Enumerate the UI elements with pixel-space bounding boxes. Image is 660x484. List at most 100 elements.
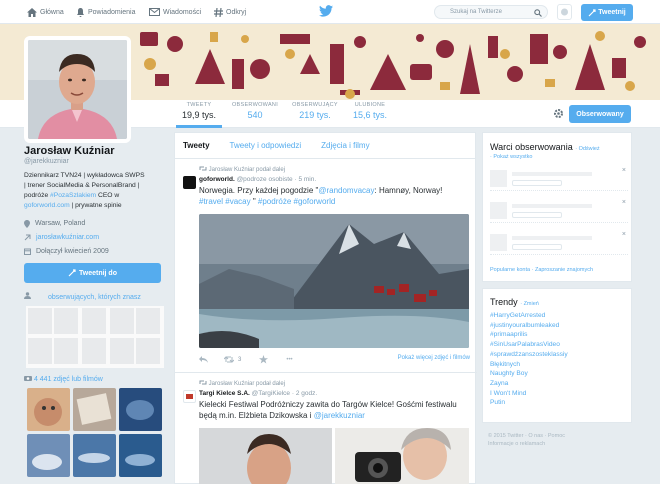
tweet-author-name[interactable]: goforworld. [199, 176, 235, 183]
footer-ads-info[interactable]: Informacje o reklamach [488, 440, 628, 448]
joined-text: Dołączył kwiecień 2009 [36, 248, 109, 255]
tweet-time[interactable]: · 5 min. [294, 176, 316, 183]
nav-discover[interactable]: Odkryj [214, 0, 246, 24]
nav-notifications[interactable]: Powiadomienia [76, 0, 135, 24]
tweet-author-name[interactable]: Targi Kielce S.A. [199, 390, 250, 397]
search-input[interactable]: Szukaj na Twitterze [434, 5, 548, 19]
tab-tweets-replies[interactable]: Tweety i odpowiedzi [230, 141, 302, 150]
follow-button[interactable] [512, 244, 562, 250]
tweet-time[interactable]: · 2 godz. [292, 390, 317, 397]
suggested-user[interactable]: × [490, 199, 628, 223]
retweet-note-text: Jarosław Kuźniar podał dalej [208, 167, 286, 173]
who-to-follow-footer: Popularne konta · Zaproszanie znajomych [490, 267, 593, 273]
reply-icon[interactable] [199, 356, 208, 363]
tweet-hashtag-link[interactable]: #travel [199, 197, 223, 206]
dismiss-icon[interactable]: × [622, 231, 626, 238]
tweet-hashtag-link[interactable]: #vacay [225, 197, 250, 206]
tweet-header: goforworld. @podroze osobiste · 5 min. [199, 176, 316, 183]
twitter-bird-icon[interactable] [319, 5, 333, 17]
gear-icon[interactable] [553, 108, 564, 119]
search-icon[interactable] [534, 9, 542, 17]
suggested-user-avatar[interactable] [490, 234, 507, 251]
bio-text: podróże [24, 192, 51, 199]
profile-website[interactable]: jarosławkuźniar.com [24, 232, 164, 243]
tweet-author-avatar[interactable] [183, 390, 196, 403]
trend-item[interactable]: #primaaprilis [490, 330, 568, 340]
suggested-user[interactable]: × [490, 167, 628, 191]
photo-thumbnail[interactable] [73, 434, 116, 477]
stat-favorites[interactable]: ULUBIONE 15,6 tys. [348, 102, 392, 128]
tweet-author-avatar[interactable] [183, 176, 196, 189]
tab-photos-videos[interactable]: Zdjęcia i filmy [321, 141, 369, 150]
tweet-mention-link[interactable]: @randomvacay [318, 186, 374, 195]
popular-accounts-link[interactable]: Popularne konta [490, 267, 530, 273]
camera-icon [24, 376, 32, 381]
trend-item[interactable]: #HarryGetArrested [490, 311, 568, 321]
bio-website-link[interactable]: goforworld.com [24, 202, 70, 209]
tab-tweets[interactable]: Tweety [183, 141, 210, 150]
new-message-button[interactable] [557, 4, 572, 20]
nav-messages[interactable]: Wiadomości [149, 0, 201, 24]
avatar[interactable] [24, 36, 131, 143]
tweet-author-handle[interactable]: @TargiKielce [252, 390, 290, 397]
follow-button[interactable] [512, 212, 562, 218]
nav-home[interactable]: Główna [27, 0, 64, 24]
trend-item[interactable]: #SinUsarPalabrasVideo [490, 340, 568, 350]
trend-item[interactable]: Zayna [490, 379, 568, 389]
bio-hashtag-link[interactable]: #PozaSzlakiem [50, 192, 96, 199]
tweet-photo[interactable] [335, 428, 469, 484]
photos-count-link[interactable]: 4 441 zdjęć lub filmów [24, 375, 103, 383]
tweet-hashtag-link[interactable]: #podróże [258, 197, 291, 206]
stat-tweets[interactable]: TWEETY 19,9 tys. [176, 102, 222, 128]
footer-links[interactable]: © 2015 Twitter · O nas · Pomoc [488, 432, 628, 440]
dismiss-icon[interactable]: × [622, 199, 626, 206]
trend-item[interactable]: I Won't Mind [490, 389, 568, 399]
tweet-mention-link[interactable]: @jarekkuzniar [314, 411, 365, 420]
profile-info: Jarosław Kuźniar @jarekkuzniar Dziennika… [24, 145, 164, 283]
refresh-link[interactable]: · Odśwież [575, 146, 599, 152]
retweet-icon[interactable] [224, 356, 234, 363]
compose-icon [561, 8, 568, 16]
profile-handle[interactable]: @jarekkuzniar [24, 158, 164, 165]
tweet-author-handle[interactable]: @podroze osobiste [237, 176, 293, 183]
suggested-user-avatar[interactable] [490, 170, 507, 187]
photo-thumbnail[interactable] [119, 434, 162, 477]
photo-thumbnail[interactable] [27, 434, 70, 477]
blurred-avatars-image [28, 308, 160, 364]
following-button[interactable]: Obserwowany [569, 105, 631, 123]
suggested-user-avatar[interactable] [490, 202, 507, 219]
change-trends-link[interactable]: · Zmień [520, 301, 539, 307]
website-link[interactable]: jarosławkuźniar.com [36, 234, 99, 241]
stat-following[interactable]: OBSERWOWANI 540 [228, 102, 282, 128]
invite-friends-link[interactable]: · Zaproszanie znajomych [532, 267, 593, 273]
tweet-item[interactable]: Jarosław Kuźniar podał dalej Targi Kielc… [175, 374, 477, 484]
tweet-hashtag-link[interactable]: #goforworld [294, 197, 336, 206]
follow-button[interactable] [512, 180, 562, 186]
show-more-photos-link[interactable]: Pokaż więcej zdjęć i filmów [398, 355, 470, 361]
nav-discover-label: Odkryj [226, 8, 247, 16]
stat-tweets-label: TWEETY [186, 102, 212, 108]
trend-item[interactable]: #justinyouralbumleaked [490, 321, 568, 331]
tweet-photo[interactable] [199, 214, 469, 348]
norway-landscape-image [199, 214, 469, 348]
photo-thumbnail[interactable] [119, 388, 162, 431]
stat-followers[interactable]: OBSERWUJĄCY 219 tys. [288, 102, 342, 128]
trend-item[interactable]: #sprawdźzanszosteklassiy [490, 350, 568, 360]
tweet-button-label: Tweetnij [598, 9, 626, 16]
suggested-user[interactable]: × [490, 231, 628, 255]
tweet-item[interactable]: Jarosław Kuźniar podał dalej goforworld.… [175, 160, 477, 373]
trend-item[interactable]: Putin [490, 398, 568, 408]
tweet-photo[interactable] [199, 428, 332, 484]
tweet-button[interactable]: Tweetnij [581, 4, 633, 21]
trend-item[interactable]: Naughty Boy [490, 369, 568, 379]
followers-you-know[interactable]: obserwujących, których znasz [24, 292, 164, 301]
star-icon[interactable] [259, 355, 269, 364]
more-icon[interactable]: ••• [286, 357, 292, 363]
stat-tweets-value: 19,9 tys. [181, 110, 217, 120]
tweet-to-button[interactable]: Tweetnij do [24, 263, 161, 283]
photo-thumbnail[interactable] [73, 388, 116, 431]
dismiss-icon[interactable]: × [622, 167, 626, 174]
trend-item[interactable]: Błękitnych [490, 360, 568, 370]
photo-thumbnail[interactable] [27, 388, 70, 431]
view-all-link[interactable]: · Pokaż wszystko [490, 154, 532, 160]
